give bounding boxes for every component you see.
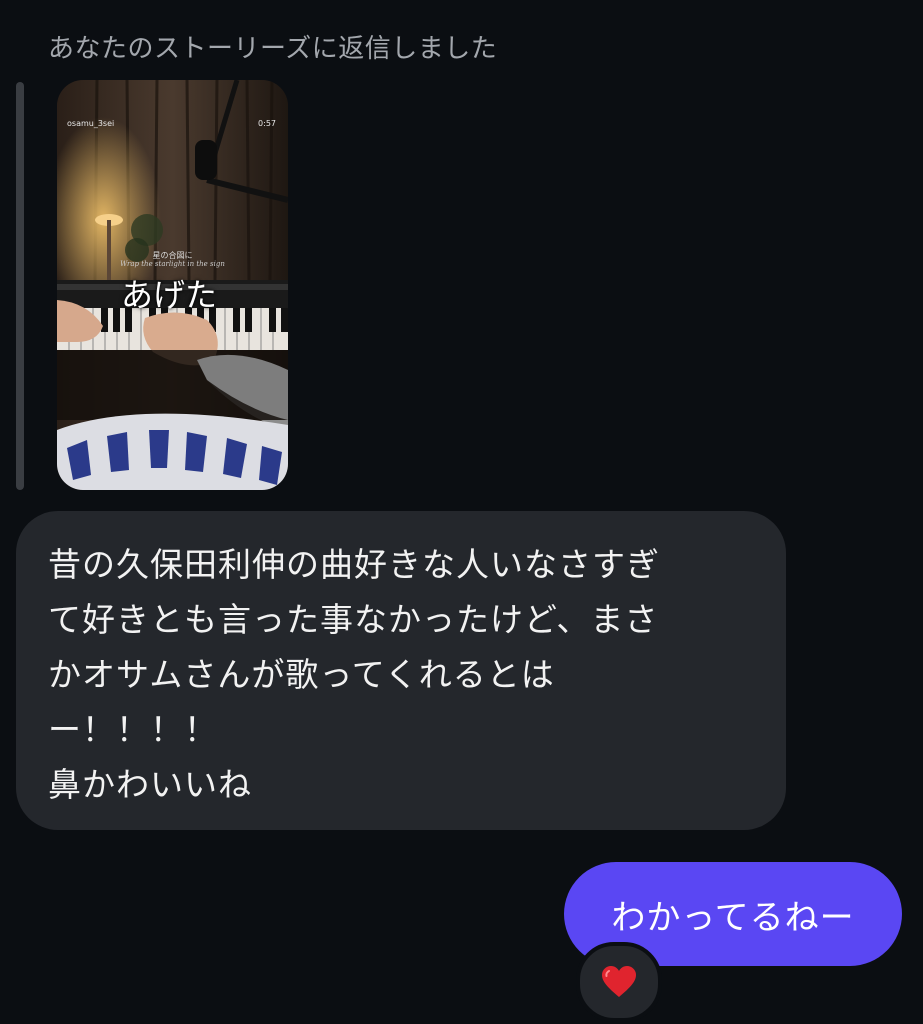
reply-quote-bar	[16, 82, 24, 490]
chat-thread: あなたのストーリーズに返信しました osamu_3sei 0:57 星の合図に …	[0, 0, 923, 1024]
story-thumbnail[interactable]: osamu_3sei 0:57 星の合図に Wrap the starlight…	[57, 80, 288, 490]
story-subtitle-en: Wrap the starlight in the sign	[120, 260, 225, 268]
incoming-message-bubble[interactable]: 昔の久保田利伸の曲好きな人いなさすぎ て好きとも言った事なかったけど、まさ かオ…	[16, 511, 786, 830]
message-reaction[interactable]	[576, 942, 662, 1022]
story-timestamp: 0:57	[258, 119, 276, 128]
story-reply-label: あなたのストーリーズに返信しました	[48, 34, 498, 64]
story-sticker-text: あげた	[121, 276, 218, 314]
story-username: osamu_3sei	[67, 119, 115, 128]
red-heart-icon	[602, 966, 636, 997]
